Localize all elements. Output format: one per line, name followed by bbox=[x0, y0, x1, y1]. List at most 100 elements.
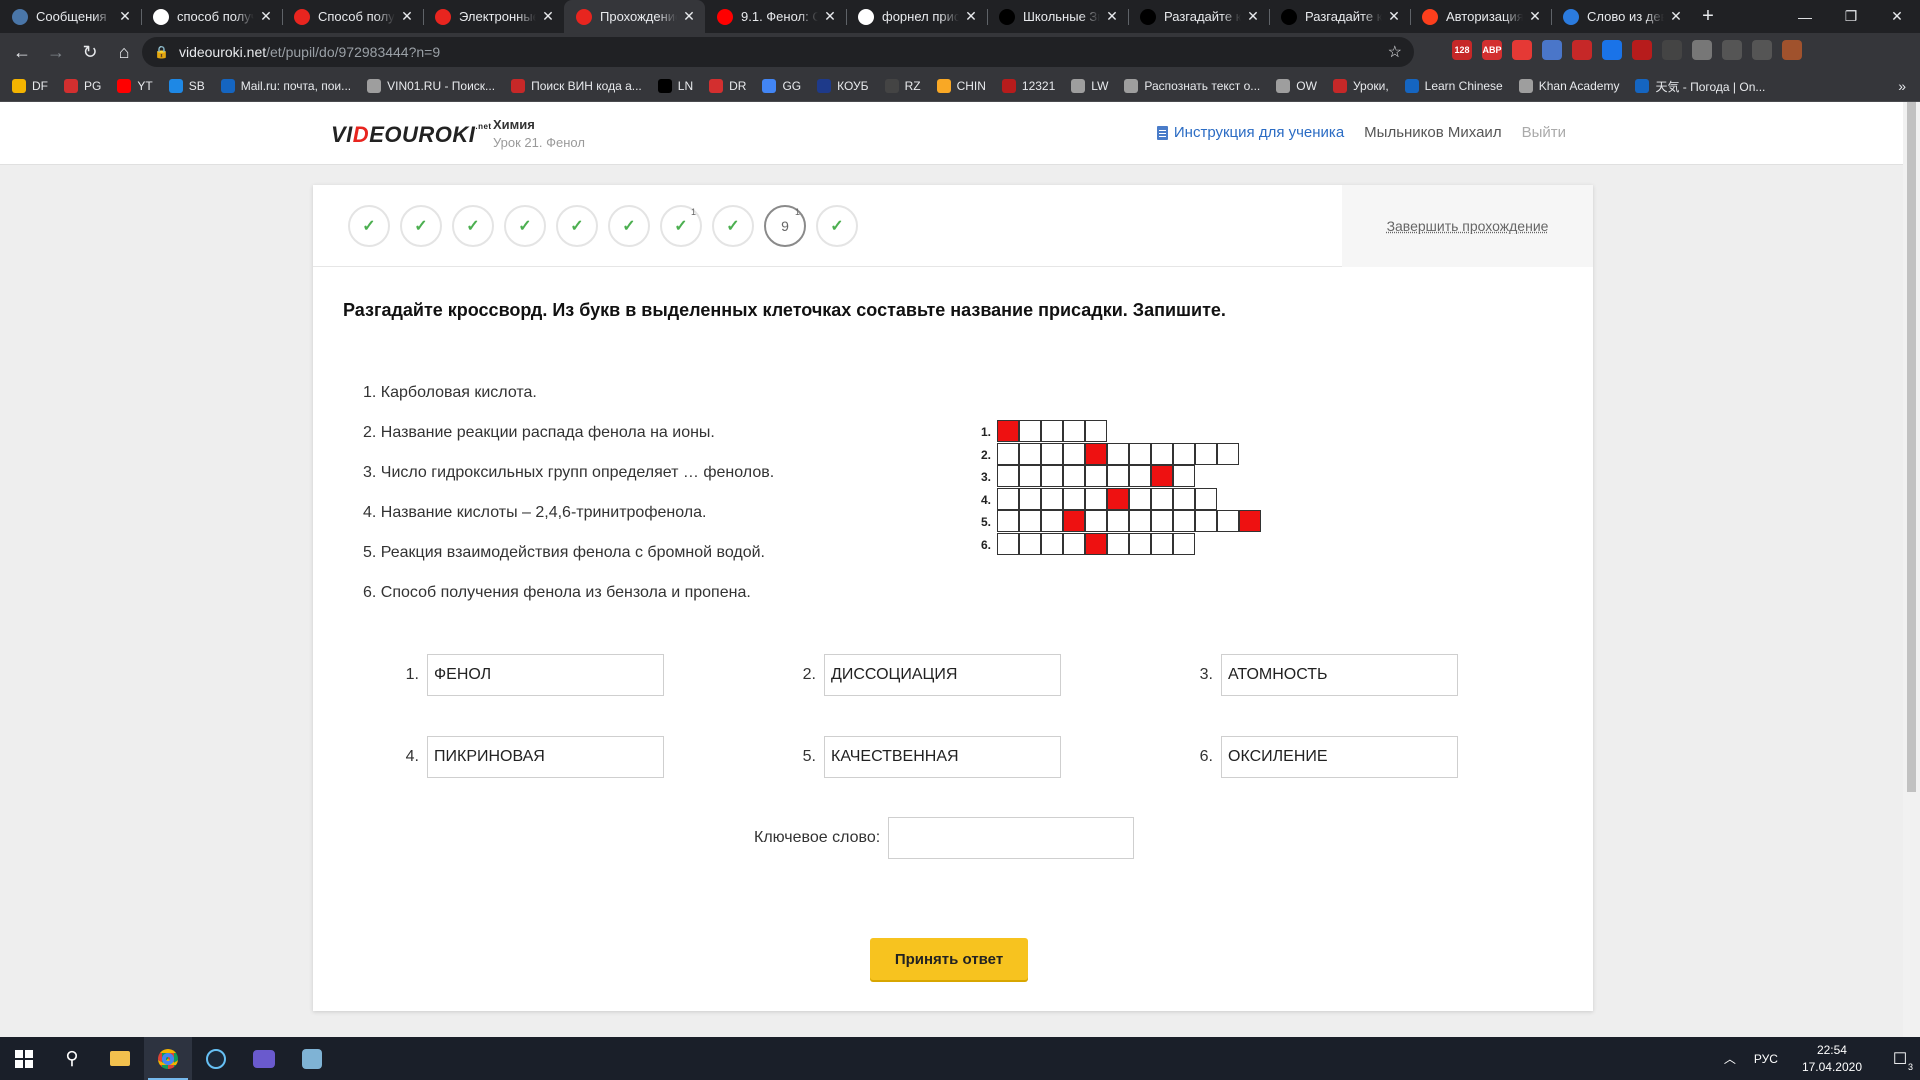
question-step-done[interactable]: ✓ 1 bbox=[660, 205, 702, 247]
browser-tab[interactable]: Прохождение ✕ bbox=[564, 0, 705, 33]
browser-tab[interactable]: Способ получения ✕ bbox=[282, 0, 423, 33]
forward-icon[interactable]: → bbox=[42, 38, 70, 66]
bookmark-item[interactable]: 12321 bbox=[1001, 79, 1055, 93]
red-ext-icon[interactable] bbox=[1512, 40, 1532, 60]
browser-tab[interactable]: Школьные Знания ✕ bbox=[987, 0, 1128, 33]
bookmark-item[interactable]: DF bbox=[12, 79, 48, 93]
page-scrollbar[interactable] bbox=[1903, 102, 1920, 1037]
chat-app-icon[interactable] bbox=[240, 1037, 288, 1080]
bookmark-item[interactable]: OW bbox=[1276, 79, 1317, 93]
question-step-done[interactable]: ✓ bbox=[712, 205, 754, 247]
answer-input-3[interactable] bbox=[1221, 654, 1458, 696]
bookmark-item[interactable]: КОУБ bbox=[817, 79, 869, 93]
bookmark-item[interactable]: GG bbox=[762, 79, 801, 93]
browser-tab[interactable]: Разгадайте кр ✕ bbox=[1128, 0, 1269, 33]
bookmark-item[interactable]: Khan Academy bbox=[1518, 79, 1619, 93]
answer-input-6[interactable] bbox=[1221, 736, 1458, 778]
browser-tab[interactable]: Сообщения ✕ bbox=[0, 0, 141, 33]
bookmarks-overflow-icon[interactable]: » bbox=[1898, 78, 1906, 94]
browser-tab[interactable]: Авторизация ✕ bbox=[1410, 0, 1551, 33]
logout-link[interactable]: Выйти bbox=[1522, 124, 1566, 141]
minimize-icon[interactable]: — bbox=[1782, 0, 1828, 33]
windows-start-icon[interactable] bbox=[0, 1037, 48, 1080]
bookmark-item[interactable]: Learn Chinese bbox=[1404, 79, 1503, 93]
reload-icon[interactable]: ↻ bbox=[76, 38, 104, 66]
restore-icon[interactable]: ❐ bbox=[1828, 0, 1874, 33]
mail-ext-icon[interactable]: 128 bbox=[1452, 40, 1472, 60]
tray-chevron-icon[interactable]: ︿ bbox=[1724, 1050, 1736, 1067]
question-step-done[interactable]: ✓ bbox=[348, 205, 390, 247]
tab-close-icon[interactable]: ✕ bbox=[117, 8, 133, 25]
bookmark-item[interactable]: 天気 - Погода | On... bbox=[1635, 78, 1765, 95]
lock-icon[interactable]: 🔒 bbox=[154, 45, 169, 59]
finish-test-link[interactable]: Завершить прохождение bbox=[1387, 218, 1549, 234]
dark-ext-icon[interactable] bbox=[1662, 40, 1682, 60]
user-name[interactable]: Мыльников Михаил bbox=[1364, 124, 1501, 141]
play-ext-icon[interactable] bbox=[1602, 40, 1622, 60]
instructions-link[interactable]: Инструкция для ученика bbox=[1156, 124, 1344, 141]
browser-tab[interactable]: способ получения ✕ bbox=[141, 0, 282, 33]
keyword-input[interactable] bbox=[888, 817, 1135, 859]
playlist-ext-icon[interactable] bbox=[1752, 40, 1772, 60]
tab-close-icon[interactable]: ✕ bbox=[1386, 8, 1402, 25]
file-explorer-icon[interactable] bbox=[96, 1037, 144, 1080]
question-step-done[interactable]: ✓ bbox=[556, 205, 598, 247]
bookmark-item[interactable]: Поиск ВИН кода а... bbox=[511, 79, 642, 93]
question-step-done[interactable]: ✓ bbox=[400, 205, 442, 247]
browser-tab[interactable]: форнел присадка ✕ bbox=[846, 0, 987, 33]
red-square-ext-icon[interactable] bbox=[1572, 40, 1592, 60]
bookmark-item[interactable]: VIN01.RU - Поиск... bbox=[367, 79, 495, 93]
notification-center-icon[interactable]: ☐ 3 bbox=[1880, 1037, 1920, 1080]
adblock-ext-icon[interactable]: ABP bbox=[1482, 40, 1502, 60]
profile-avatar-icon[interactable] bbox=[1782, 40, 1802, 60]
tab-close-icon[interactable]: ✕ bbox=[963, 8, 979, 25]
current-question-step[interactable]: 91 bbox=[764, 205, 806, 247]
clock[interactable]: 22:54 17.04.2020 bbox=[1802, 1042, 1862, 1076]
up-ext-icon[interactable] bbox=[1632, 40, 1652, 60]
answer-input-1[interactable] bbox=[427, 654, 664, 696]
videouroki-logo[interactable]: VIDEOUROKI.net bbox=[331, 122, 492, 148]
tab-close-icon[interactable]: ✕ bbox=[1527, 8, 1543, 25]
question-step-done[interactable]: ✓ bbox=[608, 205, 650, 247]
tab-close-icon[interactable]: ✕ bbox=[258, 8, 274, 25]
question-step-done[interactable]: ✓ bbox=[816, 205, 858, 247]
bookmark-item[interactable]: LN bbox=[657, 79, 693, 93]
chrome-icon[interactable] bbox=[144, 1037, 192, 1080]
question-step-done[interactable]: ✓ bbox=[452, 205, 494, 247]
scrollbar-thumb[interactable] bbox=[1907, 102, 1916, 792]
back-icon[interactable]: ← bbox=[8, 38, 36, 66]
answer-input-4[interactable] bbox=[427, 736, 664, 778]
bookmark-item[interactable]: SB bbox=[168, 79, 205, 93]
submit-answer-button[interactable]: Принять ответ bbox=[870, 938, 1028, 980]
bookmark-item[interactable]: Уроки, bbox=[1332, 79, 1389, 93]
tab-close-icon[interactable]: ✕ bbox=[822, 8, 838, 25]
steam-icon[interactable] bbox=[192, 1037, 240, 1080]
screen-ext-icon[interactable] bbox=[1722, 40, 1742, 60]
tab-close-icon[interactable]: ✕ bbox=[1245, 8, 1261, 25]
tab-close-icon[interactable]: ✕ bbox=[681, 8, 697, 25]
bookmark-item[interactable]: PG bbox=[64, 79, 101, 93]
tab-close-icon[interactable]: ✕ bbox=[540, 8, 556, 25]
tab-close-icon[interactable]: ✕ bbox=[1668, 8, 1684, 25]
tab-close-icon[interactable]: ✕ bbox=[399, 8, 415, 25]
close-window-icon[interactable]: ✕ bbox=[1874, 0, 1920, 33]
browser-tab[interactable]: Слово из дев ✕ bbox=[1551, 0, 1692, 33]
utility-app-icon[interactable] bbox=[288, 1037, 336, 1080]
bookmark-star-icon[interactable]: ☆ bbox=[1388, 42, 1402, 62]
browser-tab[interactable]: Электронные ✕ bbox=[423, 0, 564, 33]
translate-ext-icon[interactable] bbox=[1542, 40, 1562, 60]
browser-tab[interactable]: Разгадайте кр ✕ bbox=[1269, 0, 1410, 33]
bookmark-item[interactable]: DR bbox=[709, 79, 746, 93]
bookmark-item[interactable]: Распознать текст о... bbox=[1124, 79, 1260, 93]
browser-tab[interactable]: 9.1. Фенол: Ст ✕ bbox=[705, 0, 846, 33]
bookmark-item[interactable]: LW bbox=[1071, 79, 1108, 93]
home-icon[interactable]: ⌂ bbox=[110, 38, 138, 66]
bookmark-item[interactable]: RZ bbox=[884, 79, 921, 93]
clock-ext-icon[interactable] bbox=[1692, 40, 1712, 60]
bookmark-item[interactable]: YT bbox=[117, 79, 153, 93]
address-bar[interactable]: 🔒 videouroki.net/et/pupil/do/972983444?n… bbox=[142, 37, 1414, 67]
answer-input-5[interactable] bbox=[824, 736, 1061, 778]
tab-close-icon[interactable]: ✕ bbox=[1104, 8, 1120, 25]
language-indicator[interactable]: РУС bbox=[1754, 1052, 1778, 1066]
new-tab-icon[interactable]: + bbox=[1692, 0, 1724, 33]
